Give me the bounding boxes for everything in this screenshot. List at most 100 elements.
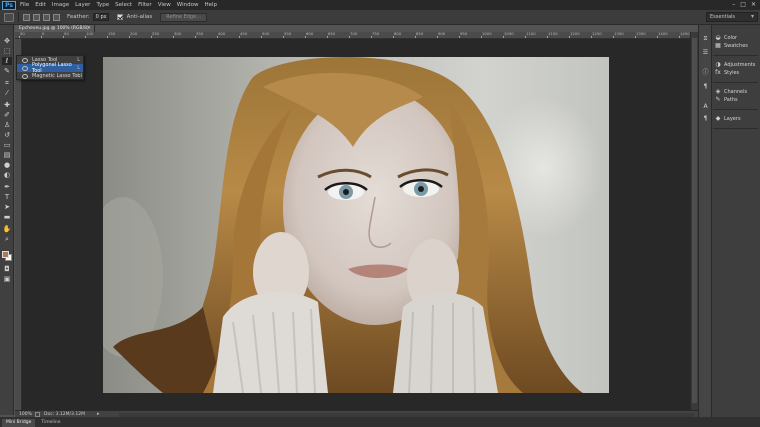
panel-layers[interactable]: ◆ Layers <box>713 115 758 123</box>
panel-label: Channels <box>724 89 748 95</box>
minimize-button[interactable]: – <box>732 0 735 10</box>
panel-channels[interactable]: ◈ Channels <box>713 88 758 96</box>
brush-tool-icon[interactable]: ✐ <box>2 111 12 119</box>
scrollbar-thumb[interactable] <box>692 38 697 403</box>
menu-file[interactable]: File <box>20 0 29 10</box>
panel-adjustments[interactable]: ◑ Adjustments <box>713 61 758 69</box>
path-selection-tool-icon[interactable]: ➤ <box>2 203 12 211</box>
crop-tool-icon[interactable]: ⌗ <box>2 79 12 87</box>
panel-paths[interactable]: ✎ Paths <box>713 96 758 104</box>
eraser-tool-icon[interactable]: ▭ <box>2 141 12 149</box>
flyout-polygonal-lasso-tool[interactable]: Polygonal Lasso Tool L <box>17 62 83 74</box>
divider <box>18 12 19 22</box>
panel-label: Paths <box>724 97 738 103</box>
menu-edit[interactable]: Edit <box>35 0 46 10</box>
menu-type[interactable]: Type <box>96 0 109 10</box>
dodge-tool-icon[interactable]: ◐ <box>2 171 12 179</box>
tab-timeline[interactable]: Timeline <box>37 419 64 427</box>
flyout-magnetic-lasso-tool[interactable]: Magnetic Lasso Tool L <box>17 72 83 80</box>
add-to-selection-icon[interactable] <box>33 13 40 21</box>
divider <box>713 128 758 129</box>
panel-group-channels: ◈ Channels ✎ Paths <box>713 88 758 104</box>
properties-icon[interactable]: ☰ <box>702 49 709 56</box>
shape-tool-icon[interactable]: ▬ <box>2 213 12 221</box>
workspace-select[interactable]: Essentials <box>706 12 758 22</box>
ruler-tick-label: 900 <box>438 32 446 36</box>
anti-alias-checkbox[interactable] <box>116 14 123 20</box>
status-bar: 100% Doc: 3.12M/3.12M ▸ <box>15 410 698 417</box>
shortcut-key: L <box>77 65 80 71</box>
ruler-tick-label: 100 <box>86 32 94 36</box>
foreground-color-swatch[interactable] <box>2 251 9 258</box>
ruler-tick-label: 700 <box>350 32 358 36</box>
polygonal-lasso-icon <box>22 65 28 71</box>
intersect-selection-icon[interactable] <box>53 13 60 21</box>
menu-view[interactable]: View <box>158 0 171 10</box>
menu-image[interactable]: Image <box>52 0 69 10</box>
quick-selection-tool-icon[interactable]: ✎ <box>2 67 12 75</box>
ruler-tick-label: 800 <box>394 32 402 36</box>
history-icon[interactable]: ⧖ <box>702 35 709 42</box>
zoom-tool-icon[interactable]: ⌕ <box>2 235 12 243</box>
channels-icon: ◈ <box>715 88 721 95</box>
ruler-tick-label: 150 <box>108 32 116 36</box>
refine-edge-button[interactable]: Refine Edge... <box>160 12 207 22</box>
ruler-vertical[interactable] <box>15 39 22 410</box>
subtract-from-selection-icon[interactable] <box>43 13 50 21</box>
ruler-horizontal[interactable]: 50 0 50 100 150 200 250 300 350 400 450 500 550 600 65… <box>15 32 690 39</box>
menu-help[interactable]: Help <box>204 0 217 10</box>
menu-layer[interactable]: Layer <box>75 0 90 10</box>
move-tool-icon[interactable]: ✥ <box>2 37 12 45</box>
panel-label: Styles <box>724 70 740 76</box>
adjustments-icon: ◑ <box>715 61 721 68</box>
tab-mini-bridge[interactable]: Mini Bridge <box>2 419 36 427</box>
pen-tool-icon[interactable]: ✒ <box>2 183 12 191</box>
panel-color[interactable]: ◒ Color <box>713 34 758 42</box>
lasso-tool-icon[interactable]: ℓ <box>2 57 12 65</box>
ruler-tick-label: 1050 <box>504 32 514 36</box>
close-icon[interactable]: × <box>87 25 91 32</box>
type-tool-icon[interactable]: T <box>2 193 12 201</box>
quick-mask-icon[interactable]: ◘ <box>2 265 12 273</box>
panel-styles[interactable]: fx Styles <box>713 69 758 77</box>
menu-select[interactable]: Select <box>115 0 132 10</box>
panel-swatches[interactable]: ▦ Swatches <box>713 42 758 50</box>
panel-icon-strip: ⧖ ☰ ⓘ ¶ A ¶ <box>699 25 712 417</box>
zoom-level[interactable]: 100% <box>19 412 35 417</box>
ruler-tick-label: 1200 <box>570 32 580 36</box>
clone-stamp-tool-icon[interactable]: ♙ <box>2 121 12 129</box>
window-controls: – □ ✕ <box>732 0 756 10</box>
marquee-tool-icon[interactable]: ⬚ <box>2 47 12 55</box>
new-selection-icon[interactable] <box>23 13 30 21</box>
vertical-scrollbar[interactable] <box>690 32 698 410</box>
close-window-button[interactable]: ✕ <box>751 0 756 10</box>
info-icon[interactable]: ⓘ <box>702 69 709 76</box>
gradient-tool-icon[interactable]: ▤ <box>2 151 12 159</box>
styles-icon: fx <box>715 69 721 76</box>
paragraph-styles-icon[interactable]: ¶ <box>702 115 709 122</box>
panel-label: Color <box>724 35 738 41</box>
healing-brush-tool-icon[interactable]: ✚ <box>2 101 12 109</box>
hand-tool-icon[interactable]: ✋ <box>2 225 12 233</box>
maximize-button[interactable]: □ <box>740 0 746 10</box>
status-info-icon[interactable] <box>35 411 40 417</box>
menu-filter[interactable]: Filter <box>138 0 152 10</box>
paragraph-icon[interactable]: ¶ <box>702 83 709 90</box>
eyedropper-tool-icon[interactable]: ⁄ <box>2 89 12 97</box>
magnetic-lasso-icon <box>22 73 28 79</box>
feather-input[interactable]: 0 px <box>92 13 109 21</box>
ruler-tick-label: 450 <box>240 32 248 36</box>
ruler-tick-label: 250 <box>152 32 160 36</box>
ruler-tick-label: 350 <box>196 32 204 36</box>
screen-mode-icon[interactable]: ▣ <box>2 275 12 283</box>
menu-window[interactable]: Window <box>177 0 199 10</box>
character-icon[interactable]: A <box>702 103 709 110</box>
document-tab[interactable]: Epcheveu.jpg @ 100% (RGB/8) × <box>15 25 95 32</box>
tools-panel: ✥ ⬚ ℓ ✎ ⌗ ⁄ ✚ ✐ ♙ ↺ ▭ ▤ ● ◐ ✒ T ➤ ▬ ✋ ⌕ … <box>0 25 14 415</box>
blur-tool-icon[interactable]: ● <box>2 161 12 169</box>
document-image[interactable] <box>103 57 609 393</box>
tool-preset-picker[interactable] <box>4 12 14 22</box>
history-brush-tool-icon[interactable]: ↺ <box>2 131 12 139</box>
ruler-tick-label: 1450 <box>680 32 690 36</box>
shortcut-key: L <box>77 73 80 79</box>
